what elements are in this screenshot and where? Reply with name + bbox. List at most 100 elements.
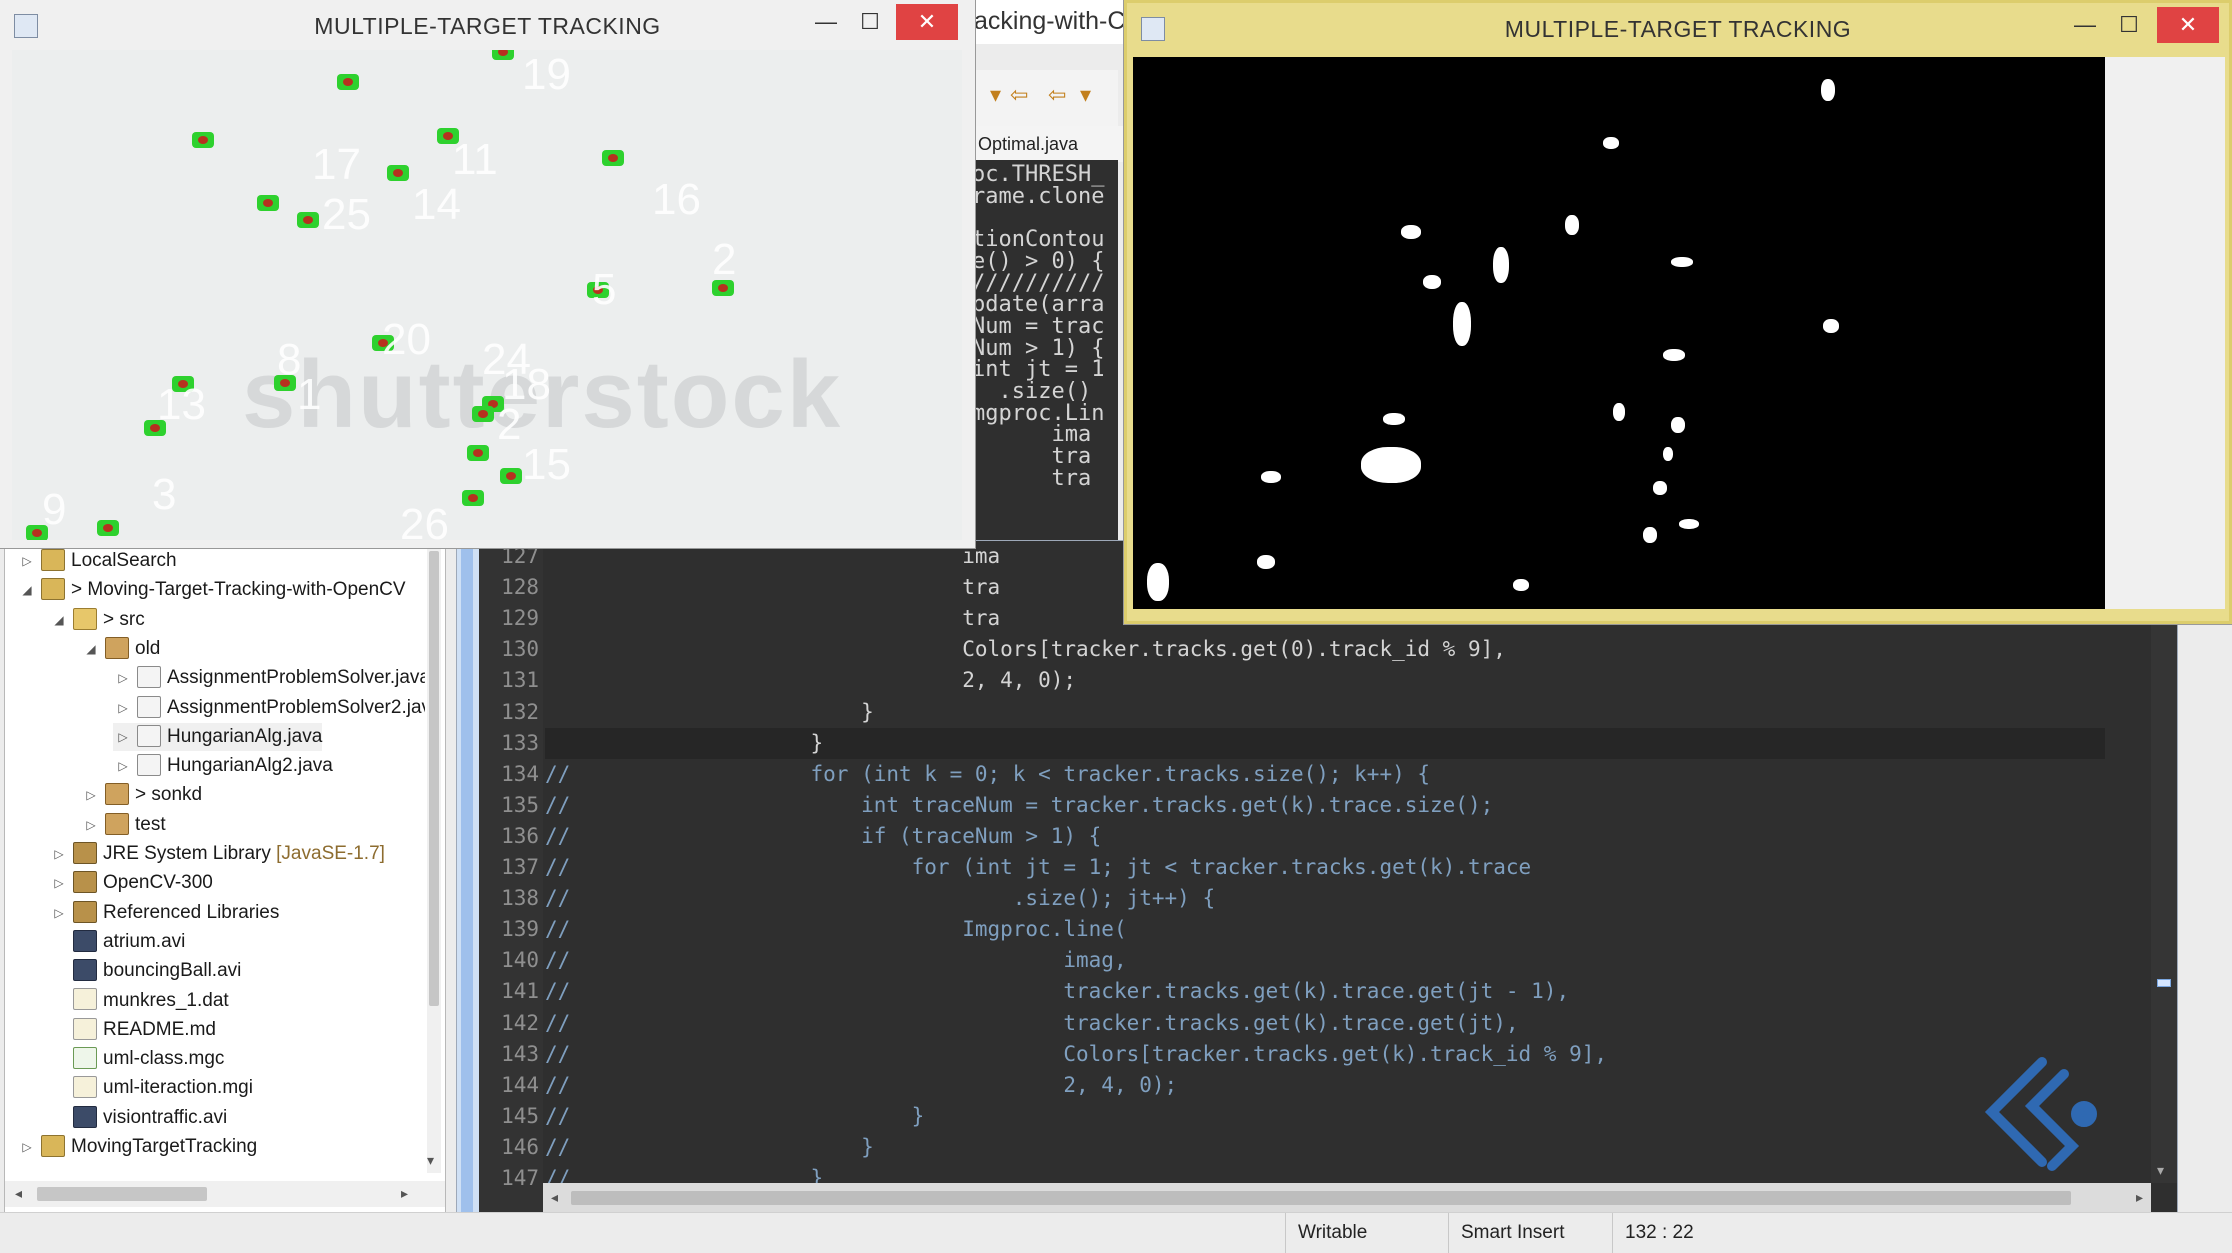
expand-toggle-icon[interactable]: ▷ (113, 664, 133, 692)
explorer-vertical-scrollbar[interactable]: ▾ (427, 541, 441, 1173)
scroll-left-arrow-icon[interactable]: ◂ (551, 1189, 558, 1206)
code-line[interactable]: // if (traceNum > 1) { (545, 821, 1101, 852)
tree-item[interactable]: ▷library-icon Referenced Libraries (49, 899, 279, 927)
code-fragment-line: rame.clone (972, 183, 1105, 209)
tree-item[interactable]: ◢package-icon old (81, 635, 160, 663)
code-line[interactable]: } (545, 697, 874, 728)
close-button[interactable]: ✕ (2157, 7, 2219, 43)
tree-item[interactable]: mgi-file-icon uml-iteraction.mgi (49, 1074, 253, 1102)
expand-toggle-icon[interactable]: ◢ (49, 606, 69, 634)
tree-item[interactable]: mgc-file-icon uml-class.mgc (49, 1045, 224, 1073)
tree-item[interactable]: ◢project-icon > Moving-Target-Tracking-wi… (17, 576, 406, 604)
expand-toggle-icon[interactable]: ◢ (81, 635, 101, 663)
code-line[interactable]: // } (545, 1132, 874, 1163)
tree-item-label: > src (103, 608, 145, 630)
code-line[interactable]: // for (int k = 0; k < tracker.tracks.si… (545, 759, 1430, 790)
code-line[interactable]: tra (545, 603, 1000, 634)
line-number: 134 (501, 761, 539, 786)
scroll-down-arrow-icon[interactable]: ▾ (427, 1152, 434, 1169)
code-line[interactable]: // for (int jt = 1; jt < tracker.tracks.… (545, 852, 1531, 883)
expand-toggle-icon[interactable]: ▷ (49, 869, 69, 897)
tree-item-label: > sonkd (135, 784, 203, 806)
scroll-down-arrow-icon[interactable]: ▾ (2157, 1162, 2164, 1179)
tree-item[interactable]: ◢source-folder-icon > src (49, 606, 145, 634)
expand-toggle-icon[interactable]: ▷ (113, 723, 133, 751)
scroll-left-arrow-icon[interactable]: ◂ (15, 1185, 22, 1202)
scroll-right-arrow-icon[interactable]: ▸ (2136, 1189, 2143, 1206)
expand-toggle-icon[interactable]: ▷ (49, 899, 69, 927)
code-line[interactable]: // .size(); jt++) { (545, 883, 1215, 914)
code-line[interactable]: // 2, 4, 0); (545, 1070, 1177, 1101)
tree-item[interactable]: video-file-icon visiontraffic.avi (49, 1104, 227, 1132)
editor-horizontal-scroll-thumb[interactable] (571, 1191, 2071, 1205)
tree-item-label: OpenCV-300 (103, 872, 213, 894)
expand-toggle-icon[interactable]: ▷ (81, 781, 101, 809)
code-line[interactable]: // Colors[tracker.tracks.get(k).track_id… (545, 1039, 1607, 1070)
expand-toggle-icon[interactable]: ▷ (17, 1133, 37, 1161)
editor-vertical-scrollbar[interactable]: ▾ (2151, 541, 2177, 1183)
close-button[interactable]: ✕ (896, 4, 958, 40)
maximize-button[interactable]: ☐ (850, 4, 890, 40)
foreground-blob (1821, 79, 1835, 101)
vertical-ruler (457, 541, 479, 1213)
scroll-right-arrow-icon[interactable]: ▸ (401, 1185, 408, 1202)
minimize-button[interactable]: — (806, 4, 846, 40)
tree-item[interactable]: data-file-icon munkres_1.dat (49, 987, 229, 1015)
explorer-vertical-scroll-thumb[interactable] (429, 551, 439, 1006)
code-line[interactable]: // tracker.tracks.get(k).trace.get(jt), (545, 1008, 1519, 1039)
track-id-label: 2 (712, 235, 737, 284)
tracking-window-mask[interactable]: MULTIPLE-TARGET TRACKING — ☐ ✕ (1124, 0, 2232, 624)
expand-toggle-icon[interactable]: ▷ (17, 547, 37, 575)
video-file-icon: video-file-icon (73, 959, 97, 982)
code-line[interactable]: 2, 4, 0); (545, 665, 1076, 696)
tree-item[interactable]: ▷java-file-icon AssignmentProblemSolver.j… (113, 664, 425, 692)
line-number: 137 (501, 855, 539, 879)
tree-item[interactable]: ▷java-file-icon HungarianAlg.java (113, 722, 323, 751)
tree-item[interactable]: ▷java-file-icon AssignmentProblemSolver2.… (113, 694, 425, 722)
code-line[interactable]: // Imgproc.line( (545, 914, 1127, 945)
tree-item[interactable]: ▷library-icon OpenCV-300 (49, 869, 213, 897)
back-navigation-icon[interactable]: ⇦ (1010, 82, 1028, 108)
editor-tab-fragment[interactable]: Optimal.java (968, 126, 1128, 162)
maximize-button[interactable]: ☐ (2109, 7, 2149, 43)
tree-item[interactable]: ▷package-icon > sonkd (81, 781, 202, 809)
tracking-window-color[interactable]: MULTIPLE-TARGET TRACKING — ☐ ✕ shutterst… (0, 0, 975, 548)
code-line[interactable]: tra (545, 572, 1000, 603)
expand-toggle-icon[interactable]: ▷ (113, 752, 133, 780)
tree-item[interactable]: ▷java-file-icon HungarianAlg2.java (113, 752, 333, 780)
tree-item-label: HungarianAlg2.java (167, 755, 333, 777)
track-id-label: 13 (157, 380, 206, 429)
current-code-line[interactable]: } (545, 727, 2105, 759)
expand-toggle-icon[interactable]: ◢ (17, 576, 37, 604)
code-line[interactable]: // imag, (545, 945, 1127, 976)
tree-item[interactable]: text-file-icon README.md (49, 1016, 216, 1044)
java-code-editor[interactable]: 127 128 129 130 131 132 133 134 135 136 137 138 139 1… (456, 540, 2178, 1214)
dropdown-arrow-icon[interactable]: ▾ (1080, 82, 1091, 108)
track-id-label: 2 (497, 400, 522, 449)
tree-item[interactable]: ▷package-icon test (81, 811, 166, 839)
expand-toggle-icon[interactable]: ▷ (49, 840, 69, 868)
code-line[interactable]: // tracker.tracks.get(k).trace.get(jt - … (545, 976, 1569, 1007)
overview-ruler-mark[interactable] (2157, 979, 2171, 987)
tree-item[interactable]: video-file-icon atrium.avi (49, 928, 185, 956)
code-line[interactable]: Colors[tracker.tracks.get(0).track_id % … (545, 634, 1506, 665)
minimize-button[interactable]: — (2065, 7, 2105, 43)
tree-item[interactable]: ▷library-icon JRE System Library [JavaSE-… (49, 840, 385, 868)
code-line[interactable]: // int traceNum = tracker.tracks.get(k).… (545, 790, 1493, 821)
tree-item[interactable]: video-file-icon bouncingBall.avi (49, 957, 241, 985)
project-tree: ▷project-iconLocalSearch◢project-icon> M… (5, 541, 425, 1173)
expand-toggle-icon[interactable]: ▷ (81, 811, 101, 839)
explorer-horizontal-scrollbar[interactable]: ◂ ▸ (5, 1181, 445, 1207)
explorer-horizontal-scroll-thumb[interactable] (37, 1187, 207, 1201)
editor-horizontal-scrollbar[interactable]: ◂ ▸ (543, 1183, 2151, 1213)
tree-item-label: MovingTargetTracking (71, 1136, 258, 1158)
tree-item[interactable]: ▷project-icon MovingTargetTracking (17, 1133, 257, 1161)
foreground-blob (1453, 302, 1471, 346)
tree-item-label: JRE System Library (103, 843, 271, 865)
tree-item-label: AssignmentProblemSolver.java (167, 667, 425, 689)
tree-item[interactable]: ▷project-icon LocalSearch (17, 547, 177, 575)
expand-toggle-icon[interactable]: ▷ (113, 694, 133, 722)
code-line[interactable]: // } (545, 1101, 924, 1132)
dropdown-arrow-icon[interactable]: ▾ (990, 82, 1001, 108)
previous-edit-icon[interactable]: ⇦ (1048, 82, 1066, 108)
